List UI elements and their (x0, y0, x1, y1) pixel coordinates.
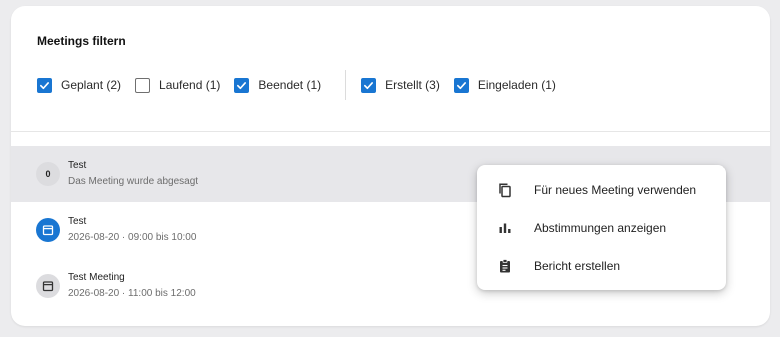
bar-chart-icon (497, 220, 513, 236)
checkbox-checked-icon (361, 77, 377, 93)
copy-icon (497, 182, 513, 198)
menu-item-label: Bericht erstellen (534, 259, 621, 273)
filter-divider (345, 70, 347, 100)
filter-title: Meetings filtern (37, 34, 126, 48)
checkbox-checked-icon (234, 77, 250, 93)
meeting-subtitle: Das Meeting wurde abgesagt (68, 176, 199, 187)
menu-item-show-votes[interactable]: Abstimmungen anzeigen (477, 209, 726, 247)
filter-checkbox-erstellt[interactable]: Erstellt (3) (361, 77, 440, 93)
filter-checkbox-geplant[interactable]: Geplant (2) (37, 77, 122, 93)
filter-label: Eingeladen (1) (477, 78, 556, 92)
context-menu: Für neues Meeting verwenden Abstimmungen… (477, 165, 726, 290)
checkbox-checked-icon (453, 77, 469, 93)
meeting-title: Test Meeting (68, 272, 125, 283)
menu-item-label: Abstimmungen anzeigen (534, 221, 667, 235)
meeting-subtitle: 2026-08-20 · 09:00 bis 10:00 (68, 232, 197, 243)
filter-checkbox-beendet[interactable]: Beendet (1) (234, 77, 322, 93)
clipboard-icon (497, 258, 513, 274)
meeting-title: Test (68, 160, 87, 171)
filter-bar: Geplant (2) Laufend (1) Beendet (1) Erst… (37, 70, 570, 100)
calendar-icon (36, 218, 60, 242)
menu-item-create-report[interactable]: Bericht erstellen (477, 247, 726, 285)
filter-label: Laufend (1) (159, 78, 221, 92)
meeting-subtitle: 2026-08-20 · 11:00 bis 12:00 (68, 288, 196, 299)
meeting-title: Test (68, 216, 87, 227)
menu-item-use-for-new-meeting[interactable]: Für neues Meeting verwenden (477, 171, 726, 209)
checkbox-unchecked-icon (135, 77, 151, 93)
section-divider (11, 131, 770, 132)
checkbox-checked-icon (37, 77, 52, 93)
filter-label: Erstellt (3) (385, 78, 440, 92)
calendar-icon (36, 274, 60, 298)
filter-checkbox-laufend[interactable]: Laufend (1) (135, 77, 221, 93)
filter-label: Beendet (1) (258, 78, 322, 92)
filter-checkbox-eingeladen[interactable]: Eingeladen (1) (453, 77, 556, 93)
filter-label: Geplant (2) (61, 78, 122, 92)
meeting-avatar: 0 (36, 162, 60, 186)
menu-item-label: Für neues Meeting verwenden (534, 183, 697, 197)
